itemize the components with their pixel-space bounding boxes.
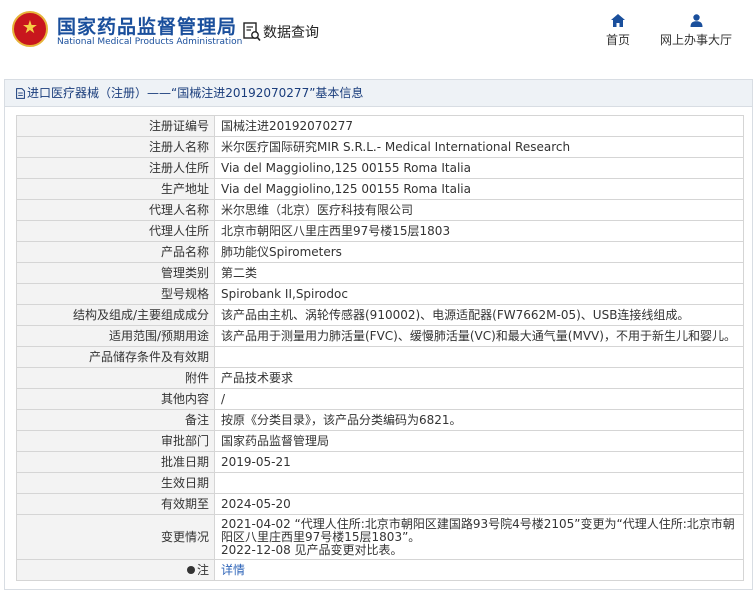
nav-online-hall[interactable]: 网上办事大厅 (654, 14, 738, 48)
table-row: 型号规格 Spirobank II,Spirodoc (16, 283, 744, 305)
field-label: 生效日期 (16, 472, 215, 494)
table-row: 注册人住所 Via del Maggiolino,125 00155 Roma I… (16, 157, 744, 179)
field-label: 附件 (16, 367, 215, 389)
field-label: 产品储存条件及有效期 (16, 346, 215, 368)
field-label: 注册人住所 (16, 157, 215, 179)
data-query-link[interactable]: 数据查询 (243, 22, 319, 42)
field-value (214, 472, 744, 494)
field-value: Spirobank II,Spirodoc (214, 283, 744, 305)
field-value: 北京市朝阳区八里庄西里97号楼15层1803 (214, 220, 744, 242)
field-value: 国械注进20192070277 (214, 115, 744, 137)
details-link[interactable]: 详情 (221, 563, 245, 577)
field-label: 结构及组成/主要组成成分 (16, 304, 215, 326)
field-label: 审批部门 (16, 430, 215, 452)
table-row: 批准日期 2019-05-21 (16, 451, 744, 473)
data-query-label: 数据查询 (263, 25, 319, 41)
field-label: 有效期至 (16, 493, 215, 515)
table-row: 备注 按原《分类目录》，该产品分类编码为6821。 (16, 409, 744, 431)
field-value: 该产品用于测量用力肺活量(FVC)、缓慢肺活量(VC)和最大通气量(MVV)，不… (214, 325, 744, 347)
field-label: 产品名称 (16, 241, 215, 263)
field-label: 管理类别 (16, 262, 215, 284)
field-label: 其他内容 (16, 388, 215, 410)
site-title[interactable]: 国家药品监督管理局 (57, 12, 237, 39)
field-value: 米尔医疗国际研究MIR S.R.L.- Medical Internationa… (214, 136, 744, 158)
table-row: 其他内容 / (16, 388, 744, 410)
field-value: 2024-05-20 (214, 493, 744, 515)
field-value: 按原《分类目录》，该产品分类编码为6821。 (214, 409, 744, 431)
document-search-icon (243, 22, 261, 42)
table-row-note: 注 详情 (16, 559, 744, 581)
field-label: 注 (196, 563, 209, 577)
table-row-change: 变更情况 2021-04-02 “代理人住所:北京市朝阳区建国路93号院4号楼2… (16, 514, 744, 560)
field-label: 注册证编号 (16, 115, 215, 137)
field-value: 国家药品监督管理局 (214, 430, 744, 452)
table-row: 有效期至 2024-05-20 (16, 493, 744, 515)
breadcrumb: 进口医疗器械（注册）——“国械注进20192070277”基本信息 (5, 80, 752, 107)
nav-online-hall-label: 网上办事大厅 (659, 33, 732, 47)
note-label-cell: 注 (16, 559, 215, 581)
field-value: 肺功能仪Spirometers (214, 241, 744, 263)
field-label: 备注 (16, 409, 215, 431)
home-icon (611, 14, 625, 27)
field-value: 2019-05-21 (214, 451, 744, 473)
field-label: 代理人住所 (16, 220, 215, 242)
registration-info-table: 注册证编号 国械注进20192070277 注册人名称 米尔医疗国际研究MIR S.R… (16, 115, 744, 581)
field-value: 第二类 (214, 262, 744, 284)
table-row: 生效日期 (16, 472, 744, 494)
field-value: 该产品由主机、涡轮传感器(910002)、电源适配器(FW7662M-05)、U… (214, 304, 744, 326)
nav-home-label: 首页 (605, 33, 630, 47)
field-value: 产品技术要求 (214, 367, 744, 389)
field-label: 批准日期 (16, 451, 215, 473)
table-row: 适用范围/预期用途 该产品用于测量用力肺活量(FVC)、缓慢肺活量(VC)和最大通… (16, 325, 744, 347)
national-emblem-logo[interactable] (12, 11, 48, 47)
table-row: 产品名称 肺功能仪Spirometers (16, 241, 744, 263)
table-row: 附件 产品技术要求 (16, 367, 744, 389)
change-history: 2021-04-02 “代理人住所:北京市朝阳区建国路93号院4号楼2105”变… (214, 514, 744, 560)
table-row: 注册人名称 米尔医疗国际研究MIR S.R.L.- Medical Interna… (16, 136, 744, 158)
lightbulb-icon (186, 565, 195, 574)
field-label: 型号规格 (16, 283, 215, 305)
change-entry-1: 2021-04-02 “代理人住所:北京市朝阳区建国路93号院4号楼2105”变… (221, 516, 735, 544)
site-header: 国家药品监督管理局 National Medical Products Admi… (0, 0, 756, 66)
table-row: 生产地址 Via del Maggiolino,125 00155 Roma It… (16, 178, 744, 200)
user-icon (690, 14, 702, 27)
document-icon (16, 88, 25, 99)
table-row: 产品储存条件及有效期 (16, 346, 744, 368)
detail-panel: 进口医疗器械（注册）——“国械注进20192070277”基本信息 注册证编号国… (4, 79, 753, 590)
change-entry-2: 2022-12-08 见产品变更对比表。 (221, 542, 403, 557)
table-row: 结构及组成/主要组成成分 该产品由主机、涡轮传感器(910002)、电源适配器(F… (16, 304, 744, 326)
nav-home[interactable]: 首页 (600, 14, 636, 48)
field-value: Via del Maggiolino,125 00155 Roma Italia (214, 178, 744, 200)
field-label: 适用范围/预期用途 (16, 325, 215, 347)
table-row: 代理人名称 米尔思维（北京）医疗科技有限公司 (16, 199, 744, 221)
field-value: Via del Maggiolino,125 00155 Roma Italia (214, 157, 744, 179)
table-row: 管理类别 第二类 (16, 262, 744, 284)
field-value: 详情 (214, 559, 744, 581)
field-label: 注册人名称 (16, 136, 215, 158)
table-row: 代理人住所 北京市朝阳区八里庄西里97号楼15层1803 (16, 220, 744, 242)
field-value: 米尔思维（北京）医疗科技有限公司 (214, 199, 744, 221)
field-label: 生产地址 (16, 178, 215, 200)
field-value (214, 346, 744, 368)
table-row: 注册证编号 国械注进20192070277 (16, 115, 744, 137)
table-row: 审批部门 国家药品监督管理局 (16, 430, 744, 452)
breadcrumb-text: 进口医疗器械（注册）——“国械注进20192070277”基本信息 (27, 86, 364, 100)
field-value: / (214, 388, 744, 410)
field-label: 变更情况 (16, 514, 215, 560)
field-label: 代理人名称 (16, 199, 215, 221)
site-subtitle: National Medical Products Administration (57, 37, 243, 47)
